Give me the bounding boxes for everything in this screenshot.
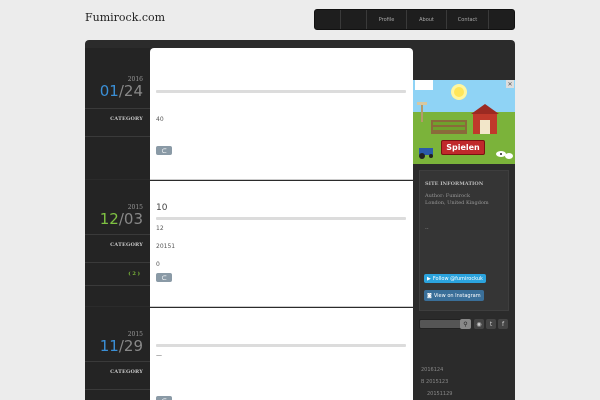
nav-item-profile[interactable]: Profile (367, 10, 407, 29)
post-month: 12 (99, 210, 119, 228)
category-label[interactable]: CATEGORY (110, 242, 143, 248)
post-month: 11 (99, 337, 119, 355)
site-info-panel: SITE INFORMATION Author: Fumirock London… (419, 170, 509, 311)
return-icon: ⊂ (161, 273, 167, 282)
nav-item-about[interactable]: About (407, 10, 447, 29)
twitter-icon[interactable]: t (486, 319, 496, 329)
category-label[interactable]: CATEGORY (110, 116, 143, 122)
site-info-heading: SITE INFORMATION (425, 181, 484, 187)
post-card: — ⊂ (150, 308, 413, 400)
site-title[interactable]: Fumirock.com (85, 11, 165, 24)
post-text: 12 (156, 225, 164, 232)
twitter-icon: ▶ (427, 275, 431, 282)
nav-item-6[interactable] (489, 10, 514, 29)
twitter-follow-label: Follow @fumirockuk (432, 275, 483, 282)
archive-link[interactable]: 20151129 (427, 391, 452, 397)
divider (85, 361, 150, 362)
close-icon[interactable]: ✕ (506, 80, 514, 88)
divider (85, 389, 150, 390)
game-ad-banner[interactable]: ✕ Spielen (413, 80, 515, 164)
post-text: 20151 (156, 243, 176, 250)
read-more-button[interactable]: ⊂ (156, 273, 172, 282)
post-title[interactable]: 10 (156, 203, 167, 213)
archive-link[interactable]: 2016124 (421, 367, 443, 373)
author-text: Author: Fumirock (425, 193, 470, 199)
post-month-day: 11/29 (99, 337, 143, 355)
nav-item-contact[interactable]: Contact (447, 10, 489, 29)
title-underline (156, 217, 406, 220)
post-text: 40 (156, 116, 164, 123)
post-date-box: 2015 11/29 CATEGORY (85, 307, 150, 400)
post-date-box: 2015 12/03 CATEGORY ( 2 ) (85, 180, 150, 306)
divider (85, 136, 150, 137)
content-top-bar (150, 40, 413, 48)
title-underline (156, 344, 406, 347)
post-day: 03 (123, 210, 143, 228)
comment-count[interactable]: ( 2 ) (128, 271, 140, 277)
archive-link[interactable]: B 2015123 (421, 379, 448, 385)
post-card: 40 ⊂ (150, 48, 413, 180)
divider (85, 285, 150, 286)
info-dash: -- (425, 226, 429, 232)
divider (85, 108, 150, 109)
post-card: 10 12 20151 0 ⊂ (150, 181, 413, 307)
date-column: 2016 01/24 CATEGORY 2015 12/03 CATEGORY … (85, 48, 150, 400)
title-underline (156, 90, 406, 93)
post-day: 29 (123, 337, 143, 355)
instagram-icon: ◙ (427, 292, 432, 299)
facebook-icon[interactable]: f (498, 319, 508, 329)
twitter-follow-button[interactable]: ▶ Follow @fumirockuk (424, 274, 486, 283)
post-month-day: 12/03 (99, 210, 143, 228)
divider (85, 262, 150, 263)
main-nav: Profile About Contact (314, 9, 515, 30)
nav-item-2[interactable] (341, 10, 367, 29)
post-month-day: 01/24 (99, 82, 143, 100)
return-icon: ⊂ (161, 397, 167, 400)
rss-icon[interactable]: ◉ (474, 319, 484, 329)
post-text: — (156, 352, 162, 359)
category-label[interactable]: CATEGORY (110, 369, 143, 375)
location-text: London, United Kingdom (425, 200, 489, 206)
instagram-button[interactable]: ◙ View on Instagram (424, 290, 484, 301)
read-more-button[interactable]: ⊂ (156, 396, 172, 400)
post-text: 0 (156, 261, 160, 268)
instagram-button-label: View on Instagram (433, 292, 481, 299)
divider (85, 234, 150, 235)
search-icon[interactable]: ⚲ (460, 319, 471, 329)
post-month: 01 (99, 82, 119, 100)
nav-item-1[interactable] (315, 10, 341, 29)
play-button[interactable]: Spielen (441, 140, 485, 155)
return-icon: ⊂ (161, 146, 167, 155)
post-date-box: 2016 01/24 CATEGORY (85, 48, 150, 179)
post-day: 24 (123, 82, 143, 100)
read-more-button[interactable]: ⊂ (156, 146, 172, 155)
